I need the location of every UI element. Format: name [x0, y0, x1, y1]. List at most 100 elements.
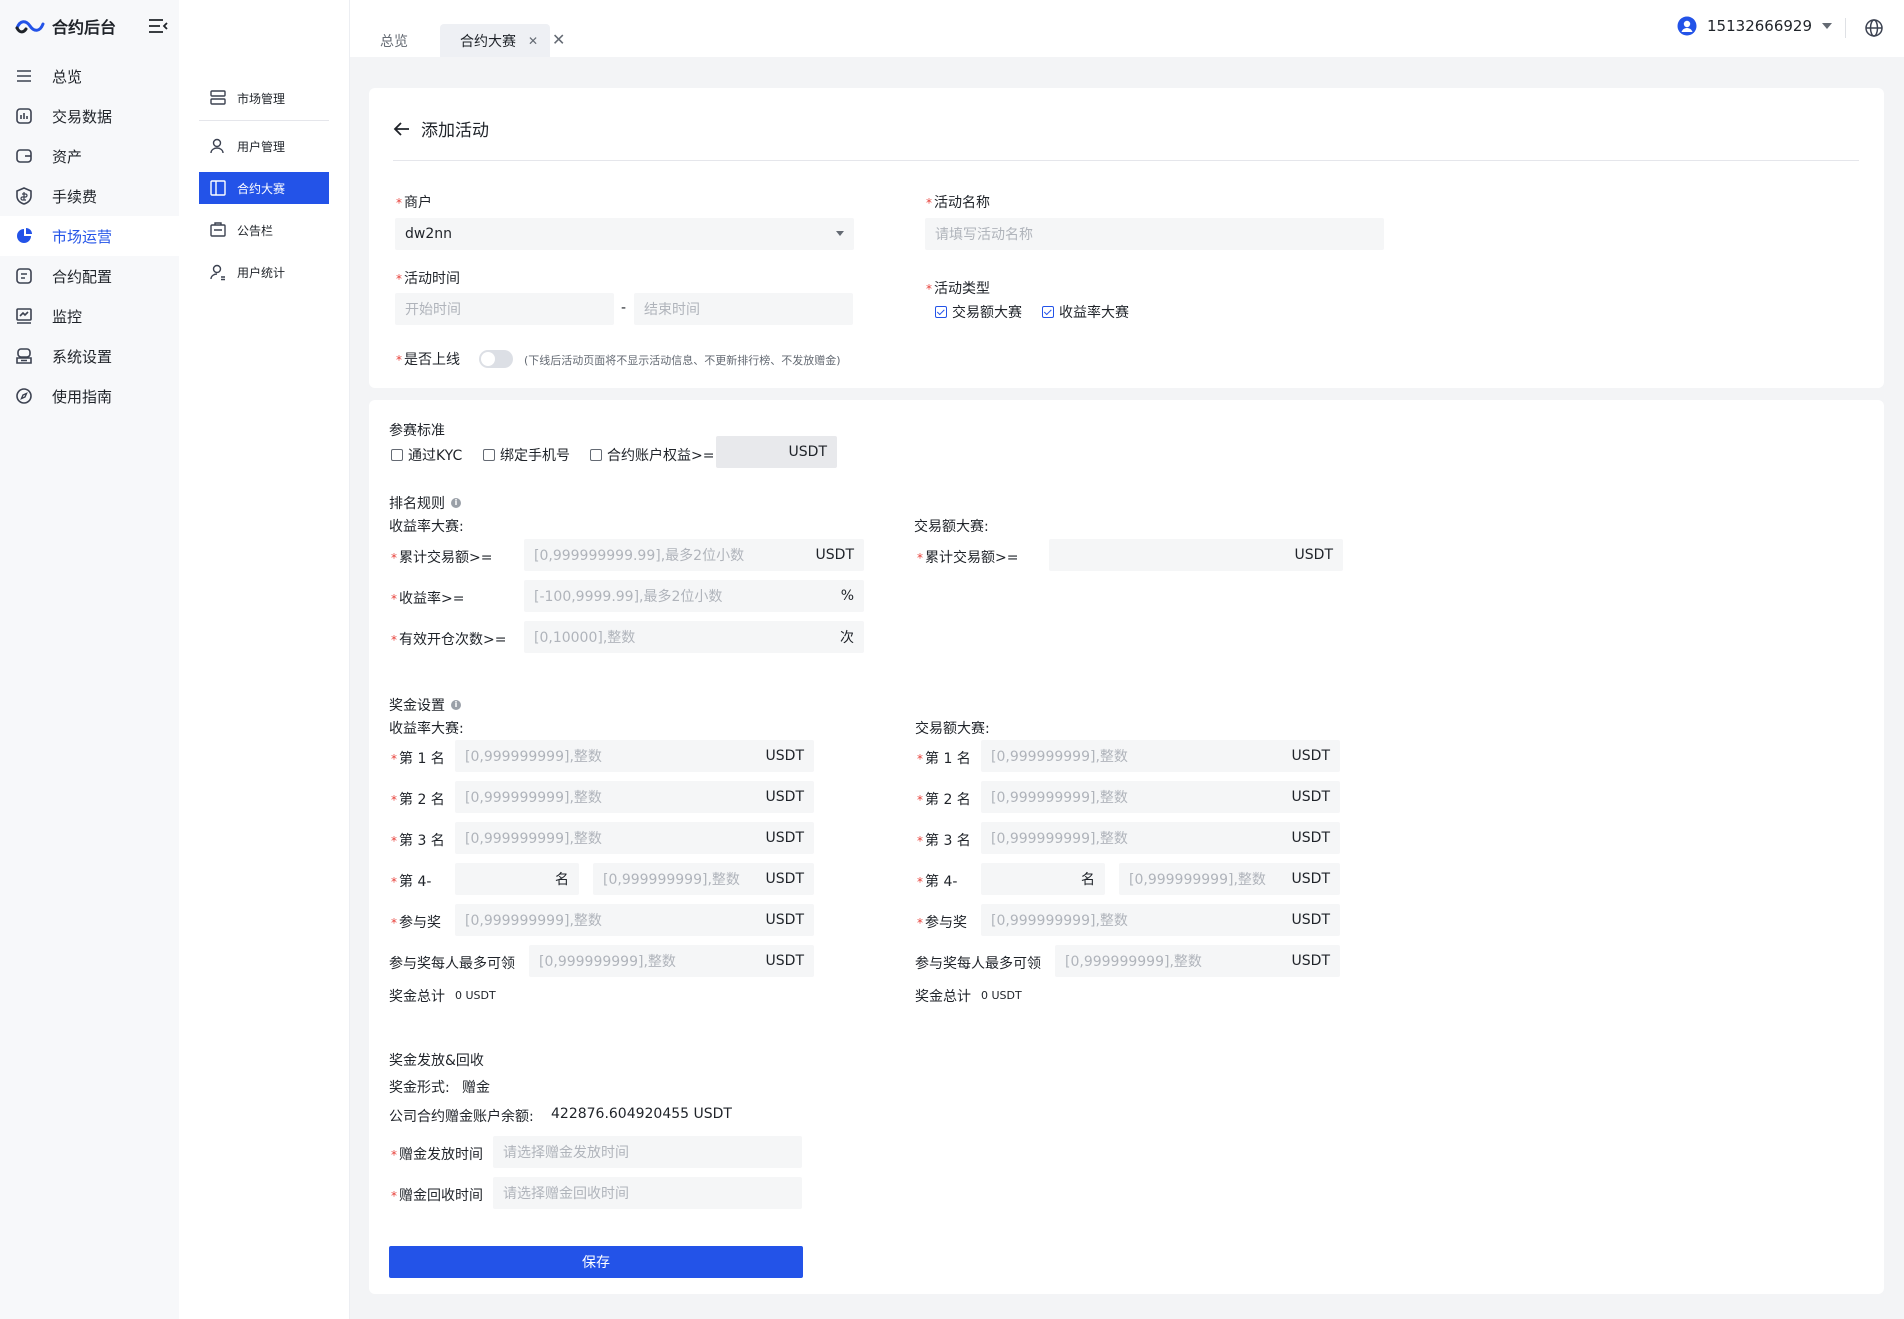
- volume-participate-input[interactable]: [0,999999999],整数 USDT: [981, 904, 1340, 936]
- volume-rank3-input[interactable]: [0,999999999],整数 USDT: [981, 822, 1340, 854]
- close-all-tabs-icon[interactable]: ✕: [552, 30, 565, 49]
- type-yield-checkbox[interactable]: 收益率大赛: [1042, 302, 1129, 322]
- info-icon[interactable]: i: [451, 498, 461, 508]
- nav-item-guide[interactable]: 使用指南: [0, 376, 179, 416]
- unit-label: USDT: [1291, 830, 1330, 846]
- nav-item-trade-data[interactable]: 交易数据: [0, 96, 179, 136]
- unit-label: USDT: [765, 953, 804, 969]
- checkbox-icon: [590, 449, 602, 461]
- contest-rules-card: 参赛标准 通过KYC 绑定手机号 合约账户权益>= USDT 排名规则 i 收益…: [369, 400, 1884, 1294]
- merchant-select[interactable]: dw2nn: [395, 218, 854, 250]
- issue-time-input[interactable]: 请选择赠金发放时间: [493, 1136, 802, 1168]
- subnav-label: 公告栏: [237, 223, 274, 238]
- nav-item-assets[interactable]: 资产: [0, 136, 179, 176]
- yield-rate-label: 收益率>=: [391, 588, 464, 608]
- yield-per-person-input[interactable]: [0,999999999],整数 USDT: [529, 945, 814, 977]
- payout-balance-label: 公司合约赠金账户余额:: [389, 1109, 534, 1125]
- start-time-input[interactable]: 开始时间: [395, 293, 614, 325]
- tab-overview[interactable]: 总览: [380, 24, 408, 57]
- placeholder-text: [0,999999999.99],最多2位小数: [534, 548, 745, 564]
- volume-rank2-label: 第 2 名: [917, 789, 971, 809]
- yield-rank2-input[interactable]: [0,999999999],整数 USDT: [455, 781, 814, 813]
- volume-cum-volume-input[interactable]: USDT: [1049, 539, 1343, 571]
- checkbox-label: 绑定手机号: [500, 448, 570, 464]
- user-icon: [210, 138, 224, 154]
- ranking-volume-title: 交易额大赛:: [914, 519, 989, 535]
- settings-icon: [16, 348, 32, 364]
- type-volume-checkbox[interactable]: 交易额大赛: [935, 302, 1022, 322]
- phone-checkbox[interactable]: 绑定手机号: [483, 445, 570, 465]
- globe-icon[interactable]: [1864, 18, 1884, 38]
- yield-rank1-input[interactable]: [0,999999999],整数 USDT: [455, 740, 814, 772]
- yield-cum-volume-input[interactable]: [0,999999999.99],最多2位小数 USDT: [524, 539, 864, 571]
- nav-item-label: 合约配置: [52, 267, 113, 286]
- tab-close-icon[interactable]: ✕: [528, 34, 538, 48]
- equity-input[interactable]: USDT: [716, 436, 837, 468]
- nav-item-market-ops[interactable]: 市场运营: [0, 216, 179, 256]
- sub-sidebar: 市场管理 用户管理 合约大赛 公告栏 用户统计: [179, 0, 350, 1319]
- volume-rank2-input[interactable]: [0,999999999],整数 USDT: [981, 781, 1340, 813]
- online-hint: (下线后活动页面将不显示活动信息、不更新排行榜、不发放赠金): [524, 354, 841, 367]
- main-nav: 总览 交易数据 资产 手续费 市场运营 合约配置 监控 系统设置 使用指南: [0, 56, 179, 416]
- user-menu[interactable]: 15132666929: [1677, 16, 1832, 36]
- unit-label: USDT: [1291, 912, 1330, 928]
- avatar-icon: [1677, 16, 1697, 36]
- nav-item-overview[interactable]: 总览: [0, 56, 179, 96]
- nav-item-monitor[interactable]: 监控: [0, 296, 179, 336]
- unit-label: USDT: [1291, 789, 1330, 805]
- subnav-contract-contest[interactable]: 合约大赛: [199, 172, 329, 204]
- prize-volume-title: 交易额大赛:: [915, 721, 990, 737]
- equity-checkbox[interactable]: 合约账户权益>=: [590, 445, 714, 465]
- subnav-user-stats[interactable]: 用户统计: [199, 256, 329, 288]
- online-label: 是否上线: [396, 349, 460, 369]
- online-toggle[interactable]: [479, 350, 513, 368]
- nav-item-label: 使用指南: [52, 387, 113, 406]
- yield-rank1-label: 第 1 名: [391, 748, 445, 768]
- nav-item-contract-config[interactable]: 合约配置: [0, 256, 179, 296]
- unit-label: USDT: [1291, 748, 1330, 764]
- checkbox-icon: [391, 449, 403, 461]
- topbar-divider: [1845, 18, 1846, 38]
- volume-rank4-amount-input[interactable]: [0,999999999],整数 USDT: [1119, 863, 1340, 895]
- nav-item-label: 交易数据: [52, 107, 113, 126]
- save-button[interactable]: 保存: [389, 1246, 803, 1278]
- kyc-checkbox[interactable]: 通过KYC: [391, 445, 462, 465]
- nav-item-system-settings[interactable]: 系统设置: [0, 336, 179, 376]
- yield-total-value: 0 USDT: [455, 989, 496, 1002]
- volume-rank1-input[interactable]: [0,999999999],整数 USDT: [981, 740, 1340, 772]
- recycle-time-input[interactable]: 请选择赠金回收时间: [493, 1177, 802, 1209]
- subnav-user-management[interactable]: 用户管理: [199, 130, 329, 162]
- issue-time-label: 赠金发放时间: [391, 1144, 483, 1164]
- checkbox-checked-icon: [935, 306, 947, 318]
- open-count-input[interactable]: [0,10000],整数 次: [524, 621, 864, 653]
- yield-rank4-range-input[interactable]: 名: [455, 863, 579, 895]
- placeholder-text: [0,999999999],整数: [1129, 872, 1266, 888]
- subnav-market-management[interactable]: 市场管理: [199, 82, 329, 114]
- end-time-input[interactable]: 结束时间: [634, 293, 853, 325]
- volume-per-person-input[interactable]: [0,999999999],整数 USDT: [1055, 945, 1340, 977]
- yield-rate-input[interactable]: [-100,9999.99],最多2位小数 %: [524, 580, 864, 612]
- yield-rank4-amount-input[interactable]: [0,999999999],整数 USDT: [593, 863, 814, 895]
- checkbox-label: 合约账户权益>=: [607, 448, 715, 464]
- activity-name-input[interactable]: 请填写活动名称: [925, 218, 1384, 250]
- volume-per-person-label: 参与奖每人最多可领: [915, 956, 1041, 972]
- volume-cum-volume-label: 累计交易额>=: [917, 547, 1018, 567]
- subnav-divider: [199, 120, 329, 121]
- tab-contract-contest[interactable]: 合约大赛 ✕: [440, 24, 551, 57]
- back-arrow-icon[interactable]: [393, 120, 411, 138]
- yield-participate-input[interactable]: [0,999999999],整数 USDT: [455, 904, 814, 936]
- subnav-bulletin[interactable]: 公告栏: [199, 214, 329, 246]
- pie-icon: [17, 228, 32, 243]
- info-icon[interactable]: i: [451, 700, 461, 710]
- nav-item-label: 系统设置: [52, 347, 113, 366]
- placeholder-text: [0,999999999],整数: [991, 790, 1128, 806]
- nav-item-label: 监控: [52, 307, 83, 326]
- nav-item-fees[interactable]: 手续费: [0, 176, 179, 216]
- volume-rank4-range-input[interactable]: 名: [981, 863, 1105, 895]
- unit-label: USDT: [815, 547, 854, 563]
- yield-rank3-input[interactable]: [0,999999999],整数 USDT: [455, 822, 814, 854]
- nav-item-label: 总览: [52, 67, 83, 86]
- activity-basic-card: 添加活动 商户 dw2nn 活动名称 请填写活动名称 活动时间 开始时间 - 结…: [369, 88, 1884, 388]
- collapse-menu-icon[interactable]: [147, 17, 169, 35]
- volume-total-label: 奖金总计: [915, 989, 971, 1005]
